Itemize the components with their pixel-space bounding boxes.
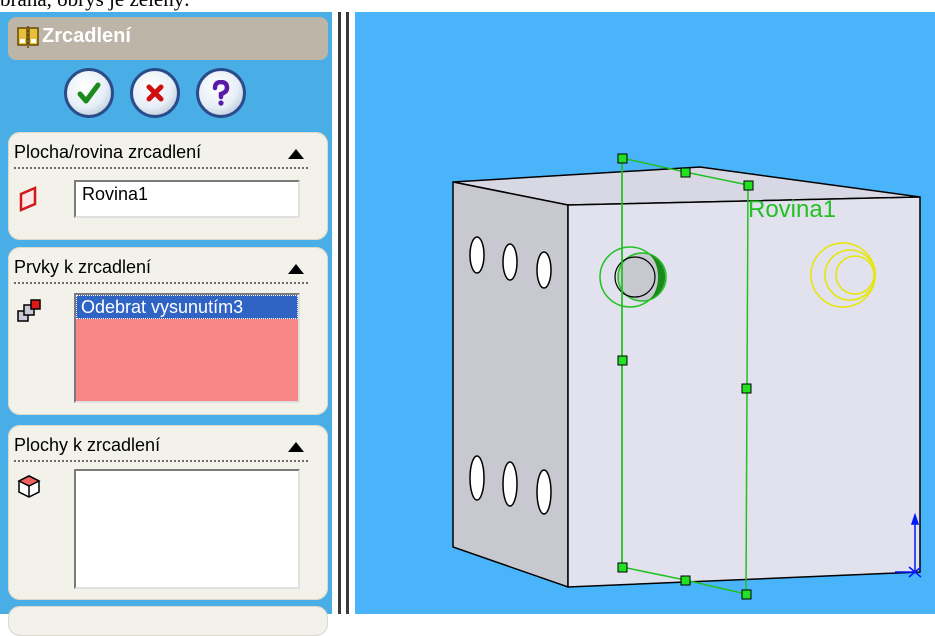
property-manager-panel: Zrcadlení Plocha/rovina zrcadlení Rovina…	[0, 12, 332, 636]
help-button[interactable]	[196, 68, 246, 118]
faces-to-mirror-group-title: Plochy k zrcadlení	[14, 435, 161, 455]
mirror-plane-group: Plocha/rovina zrcadlení Rovina1	[8, 132, 328, 240]
faces-to-mirror-list[interactable]	[74, 469, 300, 589]
group-divider	[14, 282, 308, 284]
document-caption: brána, obrys je zelený.	[0, 0, 190, 12]
panel-splitter-edge[interactable]	[346, 12, 349, 614]
features-icon	[17, 299, 41, 322]
mirror-plane-group-title: Plocha/rovina zrcadlení	[14, 142, 202, 162]
faces-to-mirror-group: Plochy k zrcadlení	[8, 425, 328, 600]
plane-label: Rovina1	[748, 196, 836, 223]
group-divider	[14, 167, 308, 169]
features-to-mirror-group-title: Prvky k zrcadlení	[14, 257, 152, 277]
mirror-plane-field[interactable]: Rovina1	[74, 180, 300, 218]
body-left-face	[452, 181, 569, 589]
collapse-arrow-icon[interactable]	[288, 149, 304, 159]
question-icon	[212, 80, 230, 106]
face-icon	[17, 475, 41, 498]
features-to-mirror-list[interactable]: Odebrat vysunutím3	[74, 293, 300, 403]
mirror-feature-icon	[17, 26, 39, 48]
collapse-arrow-icon[interactable]	[288, 264, 304, 274]
cancel-button[interactable]	[130, 68, 180, 118]
panel-splitter[interactable]	[338, 12, 341, 614]
property-manager-header: Zrcadlení	[8, 17, 328, 60]
check-icon	[77, 82, 101, 104]
next-group-partial	[8, 606, 328, 636]
x-icon	[146, 84, 164, 102]
features-to-mirror-group: Prvky k zrcadlení Odebrat vysunutím3	[8, 247, 328, 415]
list-item[interactable]: Odebrat vysunutím3	[76, 295, 298, 319]
mirror-plane-value: Rovina1	[82, 184, 149, 204]
graphics-viewport[interactable]: Rovina1	[355, 12, 935, 614]
collapse-arrow-icon[interactable]	[288, 442, 304, 452]
model-view: Rovina1	[452, 153, 922, 600]
ok-button[interactable]	[64, 68, 114, 118]
property-manager-title: Zrcadlení	[42, 25, 131, 47]
group-divider	[14, 460, 308, 462]
plane-icon	[19, 186, 37, 212]
